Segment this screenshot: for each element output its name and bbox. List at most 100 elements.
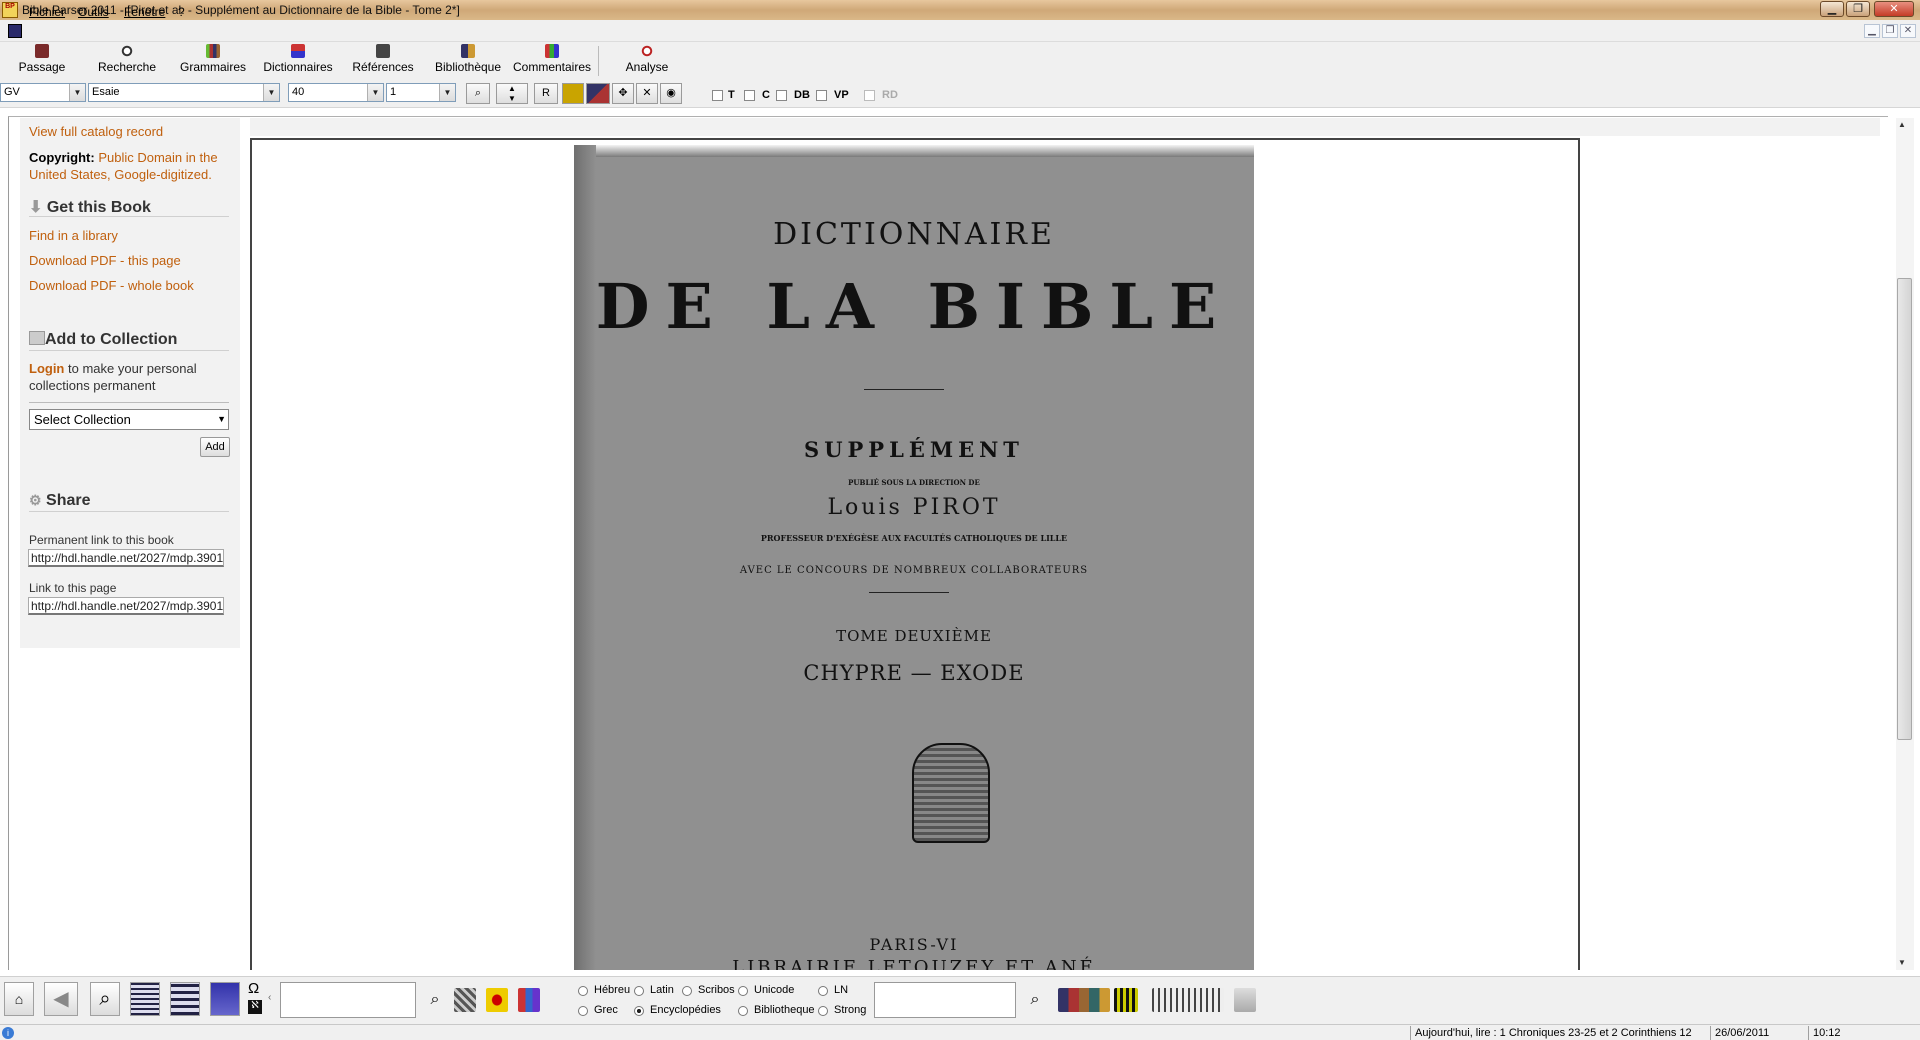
checkbox-c[interactable] xyxy=(744,90,755,101)
chevron-down-icon[interactable]: ▼ xyxy=(439,84,455,101)
layout-rows-icon[interactable] xyxy=(170,982,200,1016)
commentary-icon xyxy=(545,44,559,58)
radio-bibliotheque[interactable] xyxy=(738,1006,748,1016)
minimize-icon[interactable]: ▁ xyxy=(1820,1,1844,17)
chevron-down-icon: ▼ xyxy=(217,414,226,424)
scanned-page: DICTIONNAIRE DE LA BIBLE SUPPLÉMENT PUBL… xyxy=(574,145,1254,970)
scan-range: CHYPRE — EXODE xyxy=(803,661,1025,685)
spin-down-icon[interactable]: ▼ xyxy=(508,94,516,103)
divider xyxy=(29,511,229,512)
permanent-link-field[interactable]: http://hdl.handle.net/2027/mdp.3901 xyxy=(28,549,224,567)
download-book-link[interactable]: Download PDF - whole book xyxy=(29,278,194,293)
scroll-up-icon[interactable]: ▲ xyxy=(1898,120,1906,129)
grid-tool-icon[interactable] xyxy=(454,988,476,1012)
maximize-icon[interactable]: ❐ xyxy=(1846,1,1870,17)
tool-icon-4[interactable]: ✕ xyxy=(636,83,658,104)
collection-select[interactable]: Select Collection ▼ xyxy=(29,409,229,430)
magnifier-icon: ⌕ xyxy=(474,87,482,99)
radio-strong[interactable] xyxy=(818,1006,828,1016)
checkbox-db[interactable] xyxy=(776,90,787,101)
tools-group-icon[interactable] xyxy=(1152,988,1224,1012)
dots-tool-icon[interactable] xyxy=(486,988,508,1012)
tool-icon-5[interactable]: ◉ xyxy=(660,83,682,104)
collection-icon xyxy=(29,331,45,345)
chevron-down-icon[interactable]: ▼ xyxy=(263,84,279,101)
catalog-link[interactable]: View full catalog record xyxy=(29,124,163,139)
radio-grec[interactable] xyxy=(578,1006,588,1016)
layout-single-icon[interactable] xyxy=(130,982,160,1016)
verse-select[interactable]: 1 ▼ xyxy=(386,83,456,102)
add-button[interactable]: Add xyxy=(200,437,230,457)
radio-latin[interactable] xyxy=(634,986,644,996)
checkbox-vp[interactable] xyxy=(816,90,827,101)
chevron-down-icon[interactable]: ▼ xyxy=(367,84,383,101)
recherche-button[interactable]: Recherche xyxy=(94,44,160,78)
radio-hebreu[interactable] xyxy=(578,986,588,996)
omega-icon[interactable]: Ω xyxy=(248,980,259,997)
radio-bibliotheque-label: Bibliotheque xyxy=(754,1004,815,1016)
tool-icon-3[interactable]: ✥ xyxy=(612,83,634,104)
bottom-search-input-2[interactable] xyxy=(874,982,1016,1018)
chevron-down-icon[interactable]: ▼ xyxy=(69,84,85,101)
home-icon[interactable]: ⌂ xyxy=(4,982,34,1016)
bookshelf-icon[interactable] xyxy=(1058,988,1110,1012)
radio-encyclopedies-label: Encyclopédies xyxy=(650,1004,721,1016)
mdi-minimize-icon[interactable]: ▁ xyxy=(1864,24,1880,38)
zoom-search-button[interactable]: ⌕ xyxy=(466,83,490,104)
settings-tool-icon[interactable] xyxy=(1234,988,1256,1012)
version-select[interactable]: GV ▼ xyxy=(0,83,86,102)
book-select[interactable]: Esaie ▼ xyxy=(88,83,280,102)
checkbox-vp-label: VP xyxy=(834,89,849,101)
tool-icon-1[interactable] xyxy=(562,83,584,104)
menu-outils[interactable]: Outils xyxy=(78,5,109,19)
chart-tool-icon[interactable] xyxy=(518,988,540,1012)
download-page-link[interactable]: Download PDF - this page xyxy=(29,253,181,268)
search-icon[interactable]: ⌕ xyxy=(424,988,446,1012)
checkbox-rd-label: RD xyxy=(882,89,898,101)
strong-icon[interactable]: ℵ xyxy=(248,1000,262,1014)
radio-scribos[interactable] xyxy=(682,986,692,996)
find-library-link[interactable]: Find in a library xyxy=(29,228,118,243)
scan-tome: TOME DEUXIÈME xyxy=(836,627,992,645)
scan-publisher: LIBRAIRIE LETOUZEY ET ANÉ xyxy=(732,957,1096,970)
dictionnaires-button[interactable]: Dictionnaires xyxy=(258,44,338,78)
analyse-button[interactable]: Analyse xyxy=(616,44,678,78)
tool-icon-2[interactable] xyxy=(586,83,610,104)
zoom-icon[interactable]: ⌕ xyxy=(90,982,120,1016)
bibliotheque-button[interactable]: Bibliothèque xyxy=(430,44,506,78)
scrollbar-thumb[interactable] xyxy=(1897,278,1912,740)
r-button[interactable]: R xyxy=(534,83,558,104)
passage-button[interactable]: Passage xyxy=(14,44,70,78)
menu-fichier[interactable]: Fichier xyxy=(29,5,65,19)
document-icon[interactable] xyxy=(8,24,22,38)
library-icon xyxy=(461,44,475,58)
chevron-left-icon[interactable]: ‹ xyxy=(268,992,271,1003)
menu-fenetre[interactable]: Fenêtre xyxy=(124,5,165,19)
menu-help[interactable]: ? xyxy=(178,5,185,19)
back-icon[interactable]: ◀ xyxy=(44,982,78,1016)
spin-up-icon[interactable]: ▲ xyxy=(508,84,516,93)
spin-buttons[interactable]: ▲ ▼ xyxy=(496,83,528,104)
scroll-down-icon[interactable]: ▼ xyxy=(1898,958,1906,967)
radio-ln[interactable] xyxy=(818,986,828,996)
close-icon[interactable]: ✕ xyxy=(1874,1,1914,17)
checkbox-rd[interactable] xyxy=(864,90,875,101)
references-icon xyxy=(376,44,390,58)
mdi-close-icon[interactable]: ✕ xyxy=(1900,24,1916,38)
commentaires-button[interactable]: Commentaires xyxy=(512,44,592,78)
layout-window-icon[interactable] xyxy=(210,982,240,1016)
bottom-search-input[interactable] xyxy=(280,982,416,1018)
scan-collaborators: AVEC LE CONCOURS DE NOMBREUX COLLABORATE… xyxy=(739,565,1089,576)
chapter-select[interactable]: 40 ▼ xyxy=(288,83,384,102)
radio-unicode[interactable] xyxy=(738,986,748,996)
page-link-field[interactable]: http://hdl.handle.net/2027/mdp.3901 xyxy=(28,597,224,615)
search-icon[interactable]: ⌕ xyxy=(1024,988,1046,1012)
checkbox-t[interactable] xyxy=(712,90,723,101)
references-button[interactable]: Références xyxy=(348,44,418,78)
login-link[interactable]: Login xyxy=(29,361,64,376)
grammaires-button[interactable]: Grammaires xyxy=(176,44,250,78)
mdi-restore-icon[interactable]: ❐ xyxy=(1882,24,1898,38)
columns-icon[interactable] xyxy=(1114,988,1138,1012)
radio-encyclopedies[interactable] xyxy=(634,1006,644,1016)
app-icon[interactable]: BP xyxy=(2,2,18,18)
